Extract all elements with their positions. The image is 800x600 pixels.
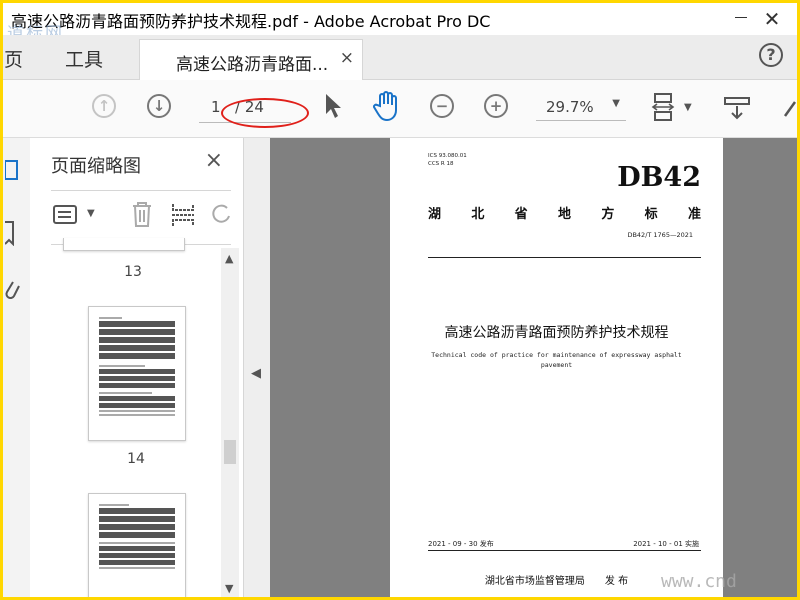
- db-code: DB42: [617, 162, 701, 193]
- insert-page-icon[interactable]: [171, 202, 195, 232]
- ccs-line: CCS R 18: [428, 161, 454, 167]
- window-title: 高速公路沥青路面预防养护技术规程.pdf - Adobe Acrobat Pro…: [11, 12, 491, 31]
- ics-classification: ICS 93.080.01 CCS R 18: [428, 152, 467, 168]
- annotation-ellipse: [221, 98, 309, 128]
- minimize-button[interactable]: [735, 17, 747, 18]
- document-tab-label: 高速公路沥青路面...: [176, 55, 329, 75]
- delete-icon[interactable]: [129, 200, 155, 232]
- page-thumbnails-panel: 页面缩略图 × ▼ 13 14 ▲ ▼: [31, 138, 244, 597]
- pen-icon[interactable]: [781, 96, 797, 124]
- scroll-mode-icon[interactable]: [723, 96, 751, 126]
- standard-type-char: 准: [687, 207, 701, 222]
- options-chevron-icon[interactable]: ▼: [87, 208, 95, 219]
- panel-collapse-strip[interactable]: ◀: [244, 138, 270, 597]
- chevron-down-icon: ▼: [612, 98, 620, 109]
- thumbnail-page-14[interactable]: [88, 306, 186, 441]
- previous-page-icon[interactable]: ↑: [92, 94, 116, 118]
- document-title-cn: 高速公路沥青路面预防养护技术规程: [444, 325, 669, 341]
- thumbnail-page-15[interactable]: [88, 493, 186, 597]
- standard-type-char: 方: [601, 207, 615, 222]
- page-fit-icon[interactable]: [651, 92, 677, 126]
- bookmarks-icon[interactable]: [4, 220, 25, 247]
- thumbnail-label: 13: [124, 264, 142, 280]
- page-fit-chevron-icon[interactable]: ▼: [684, 102, 692, 113]
- panel-close-icon[interactable]: ×: [205, 148, 223, 173]
- footer-rule: [428, 550, 701, 551]
- standard-type-char: 湖: [428, 207, 442, 222]
- ics-line: ICS 93.080.01: [428, 153, 467, 159]
- options-menu-icon[interactable]: [53, 204, 81, 230]
- watermark-bottom: www.cnd: [661, 571, 737, 592]
- standard-type-char: 地: [557, 207, 571, 222]
- header-rule: [428, 257, 701, 258]
- standard-number: DB42/T 1765—2021: [627, 231, 693, 239]
- issue-date: 2021 - 09 - 30 发布: [428, 540, 494, 548]
- current-page-input[interactable]: 1: [211, 98, 221, 116]
- tab-document[interactable]: 高速公路沥青路面... ×: [139, 39, 363, 80]
- tab-tools[interactable]: 工具: [65, 45, 103, 72]
- help-icon[interactable]: ?: [759, 43, 783, 67]
- document-view[interactable]: ICS 93.080.01 CCS R 18 DB42 湖 北 省 地 方 标 …: [270, 138, 797, 597]
- scrollbar-thumb[interactable]: [224, 440, 236, 464]
- title-bar: 高速公路沥青路面预防养护技术规程.pdf - Adobe Acrobat Pro…: [3, 3, 797, 35]
- attachments-icon[interactable]: [5, 278, 25, 302]
- acrobat-window: 高速公路沥青路面预防养护技术规程.pdf - Adobe Acrobat Pro…: [3, 3, 797, 597]
- next-page-icon[interactable]: ↓: [147, 94, 171, 118]
- zoom-select[interactable]: 29.7% ▼: [536, 92, 626, 121]
- zoom-out-icon[interactable]: −: [430, 94, 454, 118]
- scroll-up-icon[interactable]: ▲: [225, 252, 233, 265]
- thumbnail-scrollbar[interactable]: ▲ ▼: [221, 248, 239, 597]
- standard-type-char: 省: [514, 207, 528, 222]
- standard-type: 湖 北 省 地 方 标 准: [428, 203, 701, 222]
- tab-bar: 主页 工具 高速公路沥青路面... × ?: [3, 35, 797, 80]
- document-title-en: Technical code of practice for maintenan…: [431, 351, 682, 369]
- select-cursor-icon[interactable]: [323, 92, 343, 124]
- panel-divider: [51, 190, 231, 191]
- zoom-value: 29.7%: [546, 98, 594, 116]
- pdf-page: ICS 93.080.01 CCS R 18 DB42 湖 北 省 地 方 标 …: [390, 138, 723, 597]
- window-close-button[interactable]: ✕: [755, 3, 789, 35]
- hand-tool-icon[interactable]: [372, 90, 402, 126]
- scroll-down-icon[interactable]: ▼: [225, 582, 233, 595]
- standard-type-char: 北: [471, 207, 485, 222]
- collapse-panel-icon[interactable]: ◀: [251, 366, 261, 381]
- navigation-rail: [3, 138, 30, 597]
- page-thumbnails-icon[interactable]: [4, 158, 25, 182]
- panel-title: 页面缩略图: [51, 156, 141, 177]
- standard-type-char: 标: [644, 207, 658, 222]
- tab-home[interactable]: 主页: [3, 45, 23, 72]
- implementation-date: 2021 - 10 - 01 实施: [633, 540, 699, 548]
- thumbnail-label: 14: [127, 451, 145, 467]
- document-tab-close-icon[interactable]: ×: [340, 48, 354, 68]
- thumbnail-page-partial[interactable]: [63, 238, 185, 251]
- toolbar: ↑ ↓ 1 / 24 − + 29.7% ▼ ▼: [3, 80, 797, 138]
- rotate-icon[interactable]: [209, 202, 233, 230]
- zoom-in-icon[interactable]: +: [484, 94, 508, 118]
